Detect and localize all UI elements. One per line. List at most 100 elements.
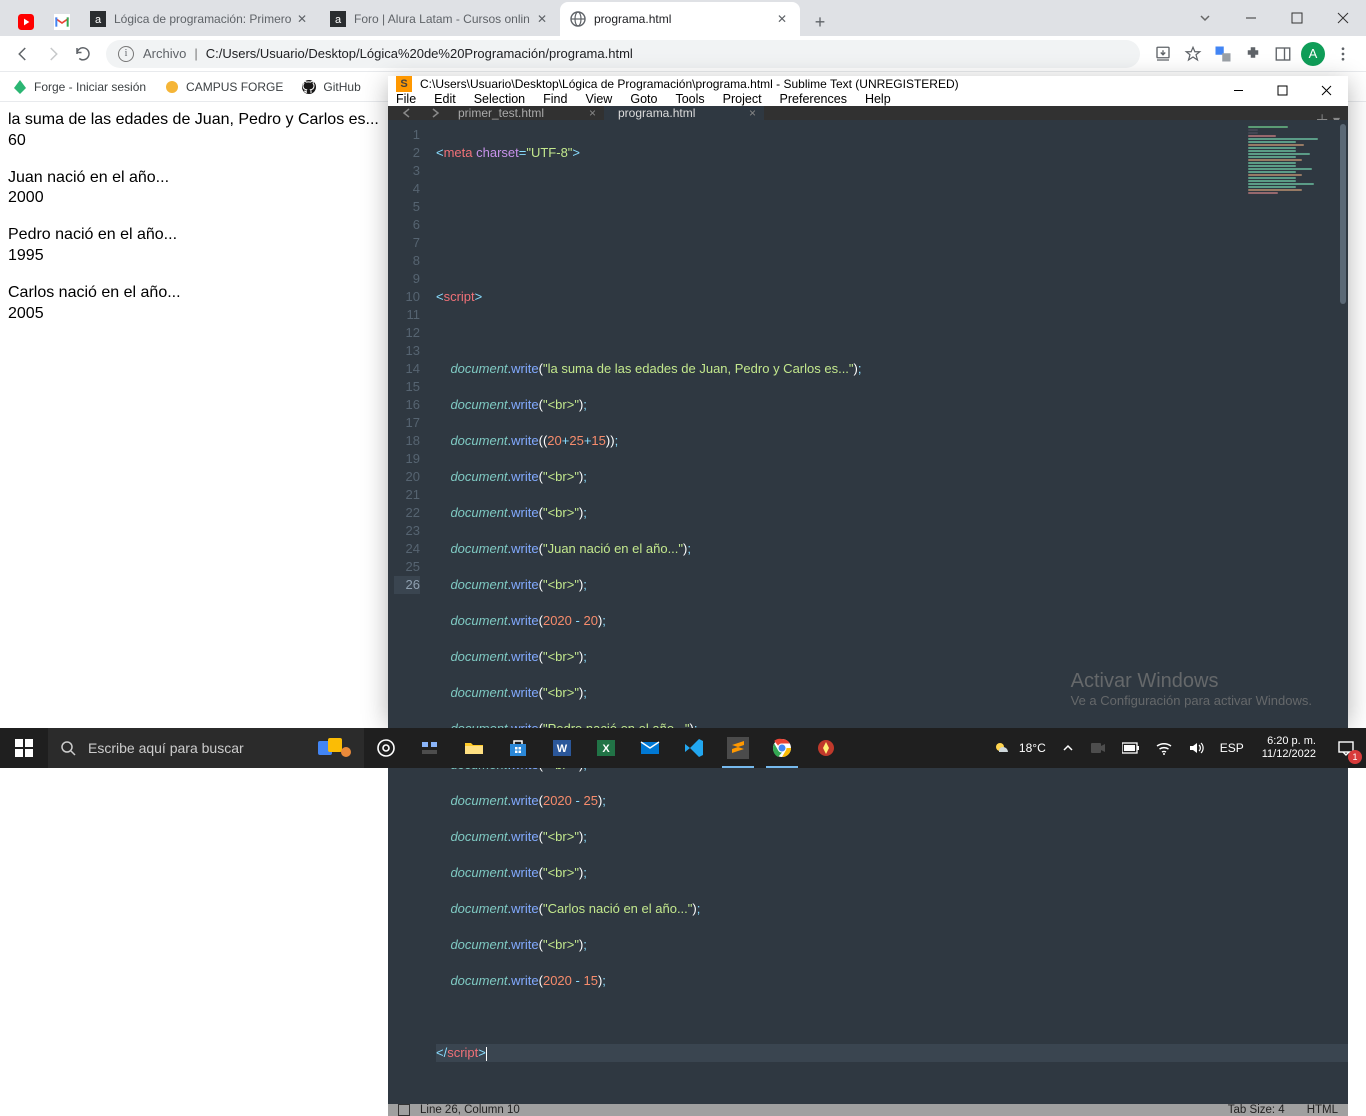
- excel-icon[interactable]: X: [584, 728, 628, 768]
- tab-label: primer_test.html: [458, 106, 544, 120]
- sublime-titlebar[interactable]: S C:\Users\Usuario\Desktop\Lógica de Pro…: [388, 76, 1348, 92]
- notification-badge: 1: [1348, 750, 1362, 764]
- tab-alura-1[interactable]: a Lógica de programación: Primero ✕: [80, 2, 320, 36]
- weather-widget[interactable]: 18°C: [985, 728, 1054, 768]
- menu-find[interactable]: Find: [543, 92, 567, 106]
- sidepanel-icon[interactable]: [1268, 39, 1298, 69]
- menu-preferences[interactable]: Preferences: [780, 92, 847, 106]
- taskbar-search[interactable]: Escribe aquí para buscar: [48, 728, 364, 768]
- mail-icon[interactable]: [628, 728, 672, 768]
- maximize-icon[interactable]: [1274, 3, 1320, 33]
- windows-icon: [15, 739, 33, 757]
- tab-label: programa.html: [594, 12, 774, 26]
- minimize-icon[interactable]: [1228, 3, 1274, 33]
- tab-programa[interactable]: programa.html ✕: [560, 2, 800, 36]
- close-icon[interactable]: [1320, 3, 1366, 33]
- chrome-taskbar-icon[interactable]: [760, 728, 804, 768]
- profile-avatar[interactable]: A: [1298, 39, 1328, 69]
- tab-label: Lógica de programación: Primero: [114, 12, 294, 26]
- menu-icon[interactable]: [1328, 39, 1358, 69]
- tray-volume-icon[interactable]: [1180, 728, 1212, 768]
- forward-button[interactable]: [38, 39, 68, 69]
- extensions-icon[interactable]: [1238, 39, 1268, 69]
- sublime-tab-programa[interactable]: programa.html ×: [604, 106, 764, 120]
- youtube-icon: [18, 14, 34, 30]
- bookmark-forge[interactable]: Forge - Iniciar sesión: [12, 79, 146, 95]
- gmail-icon: [54, 14, 70, 30]
- file-explorer-icon[interactable]: [452, 728, 496, 768]
- tab-label: programa.html: [618, 106, 695, 120]
- menu-file[interactable]: File: [396, 92, 416, 106]
- star-icon[interactable]: [1178, 39, 1208, 69]
- sublime-editor[interactable]: 1234567891011121314151617181920212223242…: [388, 120, 1348, 1104]
- tab-gmail[interactable]: [44, 8, 80, 36]
- tab-close-icon[interactable]: ×: [749, 106, 756, 120]
- sublime-statusbar: Line 26, Column 10 Tab Size: 4 HTML: [388, 1104, 1348, 1116]
- tab-nav-back[interactable]: [388, 106, 426, 120]
- reload-button[interactable]: [68, 39, 98, 69]
- bookmark-label: CAMPUS FORGE: [186, 80, 283, 94]
- taskbar: Escribe aquí para buscar W X 18°C ESP 6:…: [0, 728, 1366, 768]
- tray-battery-icon[interactable]: [1114, 728, 1148, 768]
- address-bar[interactable]: i Archivo | C:/Users/Usuario/Desktop/Lóg…: [106, 40, 1140, 68]
- search-widget-icon: [318, 738, 352, 758]
- bookmark-github[interactable]: GitHub: [301, 79, 360, 95]
- tray-meet-icon[interactable]: [1082, 728, 1114, 768]
- sublime-tabs: primer_test.html× programa.html× ＋ ▾: [388, 106, 1348, 120]
- vscode-icon[interactable]: [672, 728, 716, 768]
- menu-tools[interactable]: Tools: [675, 92, 704, 106]
- tray-language[interactable]: ESP: [1212, 728, 1252, 768]
- tab-youtube[interactable]: [8, 8, 44, 36]
- minimap[interactable]: [1248, 126, 1338, 246]
- back-button[interactable]: [8, 39, 38, 69]
- tab-close-icon[interactable]: ✕: [294, 11, 310, 27]
- tab-close-icon[interactable]: ✕: [534, 11, 550, 27]
- task-view-icon[interactable]: [364, 728, 408, 768]
- menu-goto[interactable]: Goto: [630, 92, 657, 106]
- alura-icon: a: [330, 11, 346, 27]
- status-language[interactable]: HTML: [1307, 1104, 1338, 1116]
- tab-close-icon[interactable]: ×: [589, 106, 596, 120]
- tray-clock[interactable]: 6:20 p. m. 11/12/2022: [1252, 731, 1326, 765]
- file-label: Archivo: [143, 46, 186, 61]
- minimize-icon[interactable]: [1216, 76, 1260, 104]
- menu-help[interactable]: Help: [865, 92, 891, 106]
- bookmark-label: GitHub: [323, 80, 360, 94]
- info-icon[interactable]: i: [118, 46, 134, 62]
- panel-toggle-icon[interactable]: [398, 1104, 410, 1116]
- sublime-icon: S: [396, 76, 412, 92]
- menu-view[interactable]: View: [585, 92, 612, 106]
- menu-project[interactable]: Project: [723, 92, 762, 106]
- status-position[interactable]: Line 26, Column 10: [420, 1104, 520, 1116]
- tray-chevron[interactable]: [1054, 728, 1082, 768]
- store-icon[interactable]: [496, 728, 540, 768]
- sublime-tab-primer[interactable]: primer_test.html ×: [444, 106, 604, 120]
- line-gutter: 1234567891011121314151617181920212223242…: [388, 120, 430, 1104]
- taskbar-app-generic[interactable]: [804, 728, 848, 768]
- tab-close-icon[interactable]: ✕: [774, 11, 790, 27]
- tray-wifi-icon[interactable]: [1148, 728, 1180, 768]
- svg-text:W: W: [557, 743, 568, 755]
- tray-notifications[interactable]: 1: [1326, 728, 1366, 768]
- word-icon[interactable]: W: [540, 728, 584, 768]
- sublime-taskbar-icon[interactable]: [716, 728, 760, 768]
- maximize-icon[interactable]: [1260, 76, 1304, 104]
- tab-nav-fwd[interactable]: [426, 106, 444, 120]
- toolbar-right: A: [1148, 39, 1358, 69]
- start-button[interactable]: [0, 728, 48, 768]
- search-placeholder: Escribe aquí para buscar: [88, 740, 244, 756]
- taskbar-app[interactable]: [408, 728, 452, 768]
- close-icon[interactable]: [1304, 76, 1348, 104]
- status-tabsize[interactable]: Tab Size: 4: [1228, 1104, 1285, 1116]
- caret-down-icon[interactable]: [1182, 3, 1228, 33]
- new-tab-button[interactable]: +: [806, 8, 834, 36]
- sublime-menubar: File Edit Selection Find View Goto Tools…: [388, 92, 1348, 106]
- bookmark-campus[interactable]: CAMPUS FORGE: [164, 79, 283, 95]
- tab-alura-2[interactable]: a Foro | Alura Latam - Cursos onlin ✕: [320, 2, 560, 36]
- scrollbar[interactable]: [1338, 120, 1348, 1104]
- translate-icon[interactable]: [1208, 39, 1238, 69]
- menu-selection[interactable]: Selection: [474, 92, 525, 106]
- install-icon[interactable]: [1148, 39, 1178, 69]
- code-area[interactable]: <meta charset="UTF-8"> <script> document…: [430, 120, 1348, 1104]
- menu-edit[interactable]: Edit: [434, 92, 456, 106]
